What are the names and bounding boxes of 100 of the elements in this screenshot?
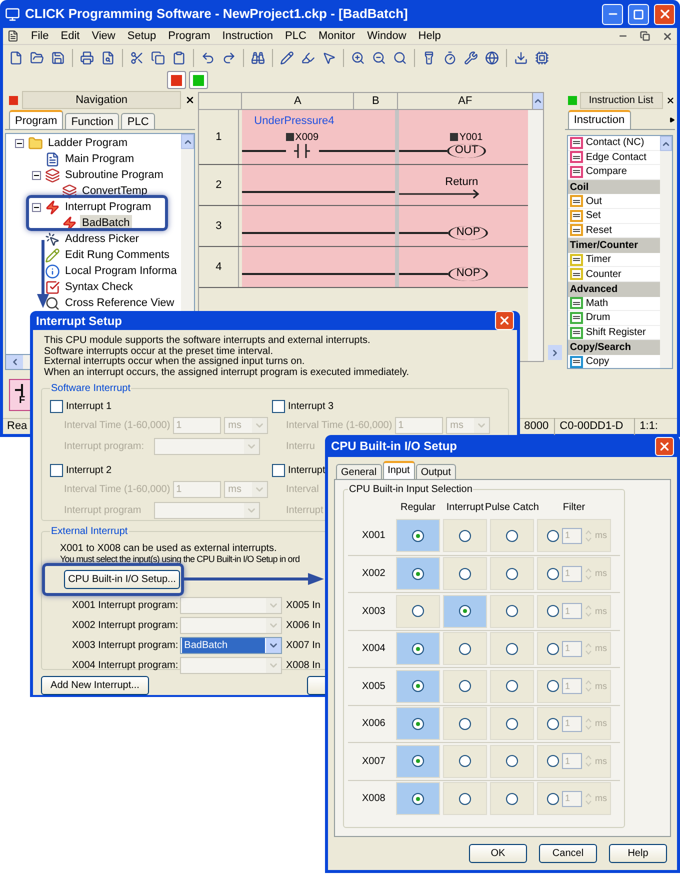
instruction-item[interactable]: Contact (NC) (586, 136, 644, 150)
radio-button[interactable] (506, 568, 518, 580)
tab[interactable]: Input (382, 461, 415, 479)
tree-item[interactable]: Syntax Check (63, 278, 135, 296)
option-cell[interactable] (396, 519, 440, 552)
instruction-item[interactable]: Counter (586, 266, 622, 282)
scroll-up-button[interactable] (533, 93, 544, 109)
instruction-item[interactable]: Shift Register (586, 325, 646, 340)
radio-button[interactable] (547, 530, 559, 542)
maximize-button[interactable] (628, 4, 649, 24)
run-button[interactable] (189, 71, 208, 89)
menu-item[interactable]: PLC (285, 28, 306, 44)
radio-button[interactable] (506, 605, 518, 618)
tab[interactable]: Instruction (568, 110, 631, 129)
tree-item[interactable]: Address Picker (63, 230, 141, 248)
triangle-right-icon[interactable] (669, 117, 675, 123)
close-icon[interactable] (185, 95, 196, 105)
menu-item[interactable]: Monitor (318, 28, 356, 44)
scroll-right-button[interactable] (548, 345, 562, 360)
menu-item[interactable]: File (31, 28, 49, 44)
option-cell[interactable] (443, 557, 487, 590)
menu-item[interactable]: Instruction (222, 28, 274, 44)
checkbox[interactable] (50, 464, 63, 476)
instruction-item[interactable]: Reset (586, 222, 612, 238)
instruction-item[interactable]: Timer (586, 252, 611, 268)
radio-button[interactable] (547, 642, 559, 655)
close-button[interactable] (655, 436, 674, 456)
radio-button[interactable] (547, 718, 559, 730)
dropdown[interactable]: BadBatch (180, 637, 282, 654)
option-cell[interactable] (490, 632, 534, 666)
menu-item[interactable]: Edit (60, 28, 80, 44)
tab[interactable]: General (336, 464, 382, 479)
radio-button[interactable] (506, 642, 518, 655)
close-button[interactable] (495, 311, 514, 330)
instruction-item[interactable]: Compare (586, 164, 627, 180)
option-cell[interactable] (443, 632, 487, 666)
radio-button[interactable] (412, 792, 424, 805)
instruction-item[interactable]: Edge Contact (586, 150, 646, 165)
scroll-up-button[interactable] (181, 134, 194, 149)
radio-button[interactable] (506, 530, 518, 542)
restore-icon[interactable] (640, 31, 650, 41)
checkbox[interactable] (272, 400, 285, 412)
tree-item[interactable]: Subroutine Program (63, 166, 166, 184)
radio-button[interactable] (459, 680, 471, 692)
radio-button[interactable] (547, 680, 559, 692)
radio-button[interactable] (459, 568, 471, 580)
instruction-item[interactable]: Copy (586, 354, 610, 368)
dialog-button[interactable]: OK (469, 844, 527, 863)
close-button[interactable] (654, 4, 675, 24)
tree-item[interactable]: Interrupt Program (63, 198, 154, 216)
collapse-toggle[interactable] (15, 138, 24, 148)
tab[interactable]: Function (65, 113, 120, 129)
option-cell[interactable] (396, 670, 440, 703)
option-cell[interactable] (396, 632, 440, 666)
minimize-button[interactable] (602, 4, 623, 24)
option-cell[interactable] (396, 594, 440, 628)
menu-item[interactable]: Help (418, 28, 441, 44)
tree-item[interactable]: Edit Rung Comments (63, 246, 172, 264)
radio-button[interactable] (547, 792, 559, 805)
instruction-item[interactable]: Set (586, 208, 601, 224)
tree-item[interactable]: Local Program Informa (63, 262, 179, 280)
tree-item[interactable]: Main Program (63, 150, 136, 168)
radio-button[interactable] (412, 605, 424, 618)
radio-button[interactable] (506, 755, 518, 768)
option-cell[interactable] (443, 707, 487, 740)
tab[interactable]: Output (416, 464, 456, 479)
radio-button[interactable] (506, 718, 518, 730)
close-icon[interactable] (662, 30, 673, 42)
instruction-item[interactable]: Out (586, 194, 602, 209)
scroll-left-button[interactable] (6, 355, 23, 369)
setup-button[interactable]: CPU Built-in I/O Setup... (64, 570, 180, 589)
option-cell[interactable] (490, 519, 534, 552)
scrollbar[interactable] (660, 136, 672, 368)
radio-button[interactable] (547, 568, 559, 580)
menu-item[interactable]: Program (168, 28, 210, 44)
option-cell[interactable] (443, 744, 487, 778)
radio-button[interactable] (412, 718, 424, 730)
radio-button[interactable] (412, 755, 424, 768)
option-cell[interactable] (490, 557, 534, 590)
collapse-toggle[interactable] (32, 170, 41, 180)
dialog-button[interactable]: Cancel (539, 844, 597, 863)
radio-button[interactable] (547, 605, 559, 618)
option-cell[interactable] (396, 557, 440, 590)
add-interrupt-button[interactable]: Add New Interrupt... (41, 676, 149, 695)
radio-button[interactable] (459, 718, 471, 730)
option-cell[interactable] (396, 782, 440, 816)
option-cell[interactable] (490, 707, 534, 740)
radio-button[interactable] (506, 792, 518, 805)
option-cell[interactable] (490, 782, 534, 816)
option-cell[interactable] (396, 707, 440, 740)
radio-button[interactable] (459, 530, 471, 542)
option-cell[interactable] (490, 744, 534, 778)
scrollbar-track[interactable] (528, 110, 544, 361)
radio-button[interactable] (459, 792, 471, 805)
dialog-button[interactable]: Help (609, 844, 667, 863)
radio-button[interactable] (506, 680, 518, 692)
radio-button[interactable] (459, 642, 471, 655)
tab[interactable]: Program (9, 110, 64, 129)
tree-item[interactable]: Cross Reference View (63, 294, 176, 312)
instruction-item[interactable]: Drum (586, 310, 610, 326)
